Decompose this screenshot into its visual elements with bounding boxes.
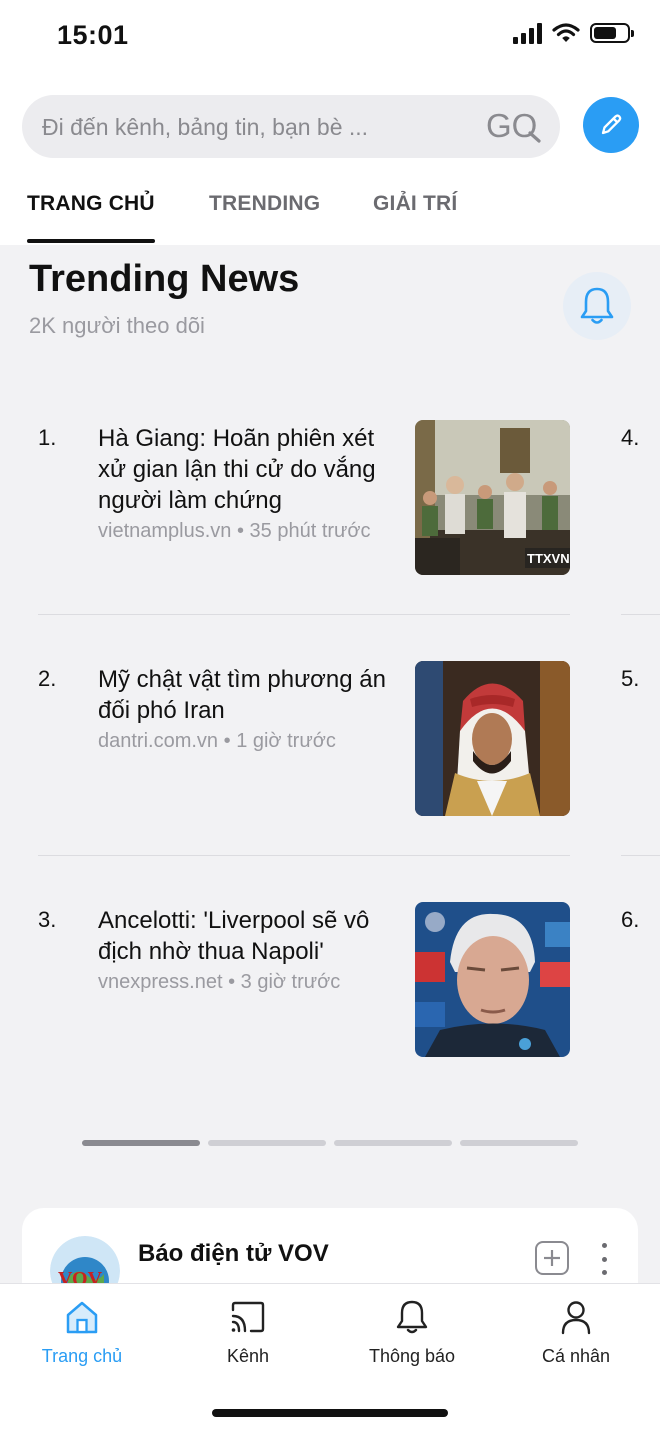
news-time: 1 giờ trước [236,730,336,752]
subscribe-bell-button[interactable] [563,272,631,340]
status-bar: 15:01 [0,0,660,70]
divider [38,855,570,856]
news-title[interactable]: Ancelotti: 'Liverpool sẽ vô địch nhờ thu… [98,905,403,967]
tab-giai-tri[interactable]: GIẢI TRÍ [373,192,457,216]
home-indicator[interactable] [212,1409,448,1417]
cast-icon [231,1301,265,1333]
nav-label: Cá nhân [541,1346,611,1366]
divider [621,614,660,615]
bell-icon [396,1300,428,1334]
news-rank: 3. [38,907,57,932]
news-source: vietnamplus.vn [98,520,232,542]
news-item[interactable]: 2. Mỹ chật vật tìm phương án đối phó Ira… [0,661,660,824]
news-source: vnexpress.net [98,971,223,993]
news-rank: 1. [38,425,57,450]
pencil-icon [601,114,622,135]
home-icon [66,1301,98,1334]
status-time: 15:01 [57,20,129,50]
search-placeholder: Đi đến kênh, bảng tin, bạn bè ... [42,114,369,140]
news-time: 35 phút trước [249,520,371,542]
nav-thong-bao[interactable]: Thông báo [347,1298,477,1367]
top-tabs: TRANG CHỦ TRENDING GIẢI TRÍ [0,178,660,245]
divider [621,855,660,856]
news-thumbnail[interactable] [415,661,570,816]
news-time: 3 giờ trước [240,971,341,993]
pager-page-3[interactable] [334,1140,452,1146]
status-icons [513,22,634,44]
battery-icon [590,23,634,43]
nav-label: Trang chủ [41,1346,123,1366]
bottom-nav: Trang chủ Kênh Thông báo Cá nhân [0,1283,660,1430]
news-item[interactable]: 3. Ancelotti: 'Liverpool sẽ vô địch nhờ … [0,902,660,1065]
divider [38,614,570,615]
nav-kenh[interactable]: Kênh [183,1298,313,1367]
signal-icon [513,22,542,44]
tab-trending[interactable]: TRENDING [209,192,320,216]
news-title[interactable]: Hà Giang: Hoãn phiên xét xử gian lận thi… [98,423,403,516]
more-options-icon[interactable] [600,1243,608,1275]
nav-trang-chu[interactable]: Trang chủ [17,1298,147,1367]
channel-name[interactable]: Báo điện tử VOV [138,1240,329,1268]
active-tab-indicator [27,239,155,243]
next-column-rank[interactable]: 5. [621,666,639,692]
news-meta: vnexpress.net • 3 giờ trước [98,971,341,993]
go-label: GO [486,108,537,144]
next-column-rank[interactable]: 6. [621,907,639,933]
compose-button[interactable] [583,97,639,153]
wifi-icon [552,23,580,42]
person-icon [561,1301,591,1335]
bell-icon [580,287,614,324]
pager-page-1[interactable] [82,1140,200,1146]
nav-label: Kênh [226,1346,270,1366]
next-column-rank[interactable]: 4. [621,425,639,451]
followers-count: 2K người theo dõi [29,313,205,338]
plus-icon [544,1250,560,1266]
news-source: dantri.com.vn [98,730,219,752]
news-meta: dantri.com.vn • 1 giờ trước [98,730,336,752]
news-meta: vietnamplus.vn • 35 phút trước [98,520,371,542]
thumb-watermark: TTXVN [527,551,570,566]
battery-level [594,27,617,39]
news-title[interactable]: Mỹ chật vật tìm phương án đối phó Iran [98,664,403,726]
search-input[interactable]: Đi đến kênh, bảng tin, bạn bè ... GO [22,95,560,158]
carousel-pager [82,1140,578,1146]
news-rank: 2. [38,666,57,691]
app-header: Đi đến kênh, bảng tin, bạn bè ... GO TRA… [0,70,660,245]
go-search-icon[interactable]: GO [486,108,544,144]
nav-ca-nhan[interactable]: Cá nhân [511,1298,641,1367]
tab-trang-chu[interactable]: TRANG CHỦ [27,192,155,216]
news-thumbnail[interactable] [415,902,570,1057]
nav-label: Thông báo [368,1346,456,1366]
section-title: Trending News [29,258,300,300]
pager-page-2[interactable] [208,1140,326,1146]
pager-page-4[interactable] [460,1140,578,1146]
follow-button[interactable] [535,1241,569,1275]
news-thumbnail[interactable]: TTXVN [415,420,570,575]
news-item[interactable]: 1. Hà Giang: Hoãn phiên xét xử gian lận … [0,420,660,583]
